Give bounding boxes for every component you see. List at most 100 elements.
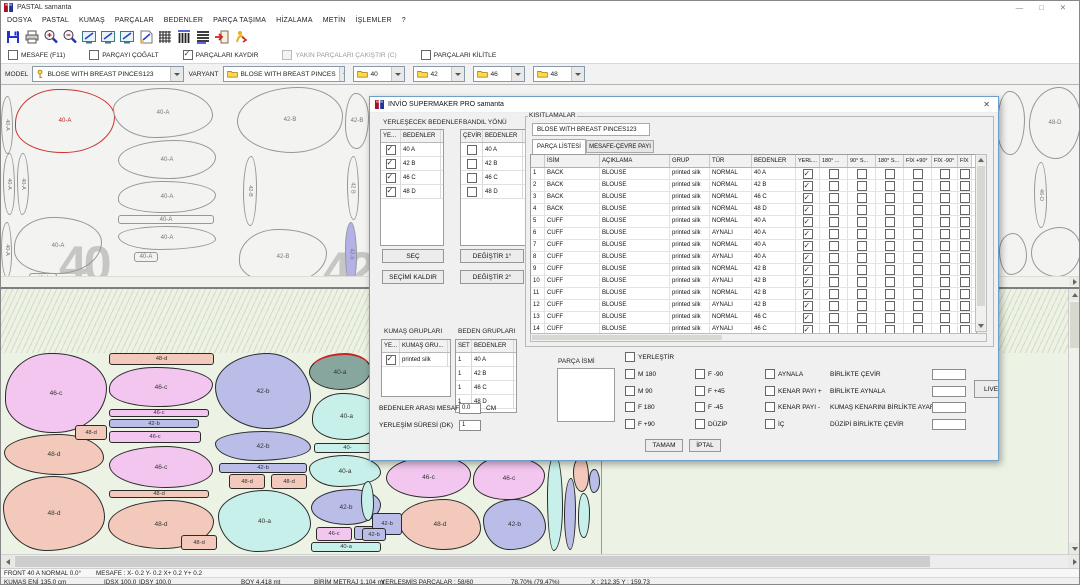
checkbox[interactable] <box>885 205 895 215</box>
pattern-piece-blank[interactable] <box>997 91 1025 155</box>
pattern-piece-48-d[interactable]: 48-D <box>1029 87 1080 159</box>
menu-item-i-şlemler[interactable]: İŞLEMLER <box>355 17 391 24</box>
table-row[interactable]: 11CUFFBLOUSEprinted silkNORMAL42 B <box>531 288 976 300</box>
table-row[interactable]: 8CUFFBLOUSEprinted silkAYNALI40 A <box>531 252 976 264</box>
pattern-piece-42-b[interactable]: 42 B <box>347 156 359 220</box>
checkbox[interactable] <box>803 229 813 239</box>
pattern-piece-40-a[interactable]: 40-A <box>118 215 214 224</box>
screen-edit-3-icon[interactable] <box>119 29 135 45</box>
scrollbar-thumb[interactable] <box>532 335 722 340</box>
pattern-piece-48-d[interactable]: 48-d <box>399 499 481 550</box>
checkbox[interactable] <box>857 289 867 299</box>
checkbox[interactable] <box>829 253 839 263</box>
checkbox[interactable] <box>960 277 970 287</box>
checkbox[interactable] <box>857 181 867 191</box>
table-row[interactable]: 146 C <box>456 381 516 395</box>
model-tab[interactable]: BLOSE WITH BREAST PINCES123 <box>532 123 650 136</box>
field-input[interactable]: 1 <box>459 420 481 431</box>
pattern-piece-42-b[interactable]: 42-b <box>362 528 386 541</box>
checkbox[interactable] <box>765 419 775 429</box>
table-row[interactable]: 40 A <box>381 143 443 157</box>
table-row[interactable]: 9CUFFBLOUSEprinted silkNORMAL42 B <box>531 264 976 276</box>
table-row[interactable]: printed silk <box>382 353 450 367</box>
menu-item-parçalar[interactable]: PARÇALAR <box>115 17 154 24</box>
checkbox[interactable] <box>695 402 705 412</box>
menu-item-meti-n[interactable]: METİN <box>323 17 346 24</box>
sec-button[interactable]: SEÇ <box>382 249 444 263</box>
checkbox[interactable] <box>940 169 950 179</box>
menu-item-hi-zalama[interactable]: HİZALAMA <box>276 17 313 24</box>
scroll-right-icon[interactable] <box>1069 277 1080 286</box>
iptal-button[interactable]: İPTAL <box>689 439 721 452</box>
pattern-piece-46-c[interactable]: 46-c <box>109 409 209 417</box>
save-icon[interactable] <box>5 29 21 45</box>
checkbox[interactable] <box>829 301 839 311</box>
exit-door-icon[interactable] <box>214 29 230 45</box>
checkbox[interactable] <box>913 217 923 227</box>
checkbox[interactable] <box>765 402 775 412</box>
pattern-piece-42-b[interactable]: 42-B <box>345 93 369 149</box>
checkbox[interactable] <box>857 193 867 203</box>
pattern-piece-blank[interactable] <box>589 469 600 493</box>
pattern-piece-40-a[interactable]: 40-A <box>3 153 15 215</box>
tamam-button[interactable]: TAMAM <box>645 439 683 452</box>
checkbox[interactable] <box>829 265 839 275</box>
pattern-piece-42-b[interactable]: 42-B <box>243 156 257 226</box>
menu-item-pastal[interactable]: PASTAL <box>42 17 69 24</box>
zoom-in-icon[interactable] <box>43 29 59 45</box>
vertical-lines-icon[interactable] <box>176 29 192 45</box>
horizontal-scrollbar[interactable] <box>1 554 1080 568</box>
checkbox[interactable] <box>829 313 839 323</box>
option-f-90[interactable]: F +90 <box>625 419 655 429</box>
checkbox[interactable] <box>803 277 813 287</box>
checkbox[interactable] <box>940 193 950 203</box>
option-f-90[interactable]: F -90 <box>695 369 723 379</box>
pattern-piece-blank[interactable] <box>564 478 576 550</box>
pattern-piece-blank[interactable] <box>578 493 590 538</box>
checkbox[interactable] <box>960 265 970 275</box>
pattern-piece-46-d[interactable]: 46-D <box>1034 162 1047 228</box>
table-row[interactable]: 6CUFFBLOUSEprinted silkAYNALI40 A <box>531 228 976 240</box>
pattern-piece-48-d[interactable]: 48-d <box>229 474 265 489</box>
checkbox[interactable] <box>803 289 813 299</box>
checkbox[interactable] <box>803 193 813 203</box>
checkbox[interactable] <box>960 241 970 251</box>
dropdown-arrow-icon[interactable] <box>451 67 464 81</box>
checkbox[interactable] <box>913 289 923 299</box>
table-row[interactable]: 7CUFFBLOUSEprinted silkNORMAL40 A <box>531 240 976 252</box>
checkbox[interactable] <box>940 313 950 323</box>
checkbox[interactable] <box>913 181 923 191</box>
checkbox[interactable] <box>625 402 635 412</box>
checkbox[interactable] <box>829 193 839 203</box>
table-row[interactable]: 10CUFFBLOUSEprinted silkAYNALI42 B <box>531 276 976 288</box>
checkbox[interactable] <box>913 301 923 311</box>
option-parçayi-çoğalt[interactable]: PARÇAYI ÇOĞALT <box>89 50 158 60</box>
checkbox[interactable] <box>857 253 867 263</box>
option-m-90[interactable]: M 90 <box>625 386 652 396</box>
menu-item-dosya[interactable]: DOSYA <box>7 17 32 24</box>
pattern-piece-46-c[interactable]: 46-c <box>316 527 352 541</box>
checkbox[interactable] <box>857 241 867 251</box>
checkbox[interactable] <box>467 187 477 197</box>
scrollbar-thumb[interactable] <box>977 166 985 306</box>
menu-item-bedenler[interactable]: BEDENLER <box>164 17 203 24</box>
pattern-piece-46-c[interactable]: 46-c <box>109 431 201 443</box>
checkbox[interactable] <box>913 277 923 287</box>
checkbox[interactable] <box>829 217 839 227</box>
scroll-down-icon[interactable] <box>977 322 985 330</box>
pattern-piece-40-a[interactable]: 40-a <box>309 353 371 390</box>
checkbox[interactable] <box>829 169 839 179</box>
pattern-piece-48-d[interactable]: 48-d <box>109 490 209 498</box>
checkbox[interactable] <box>857 265 867 275</box>
checkbox[interactable] <box>885 277 895 287</box>
dropdown-arrow-icon[interactable] <box>571 67 584 81</box>
pattern-piece-blank[interactable] <box>1031 227 1080 277</box>
checkbox[interactable] <box>940 241 950 251</box>
checkbox[interactable] <box>960 289 970 299</box>
table-row[interactable]: 48 D <box>381 185 443 199</box>
checkbox[interactable] <box>857 313 867 323</box>
option-f-45[interactable]: F +45 <box>695 386 725 396</box>
checkbox[interactable] <box>803 205 813 215</box>
checkbox[interactable] <box>960 181 970 191</box>
checkbox[interactable] <box>829 205 839 215</box>
